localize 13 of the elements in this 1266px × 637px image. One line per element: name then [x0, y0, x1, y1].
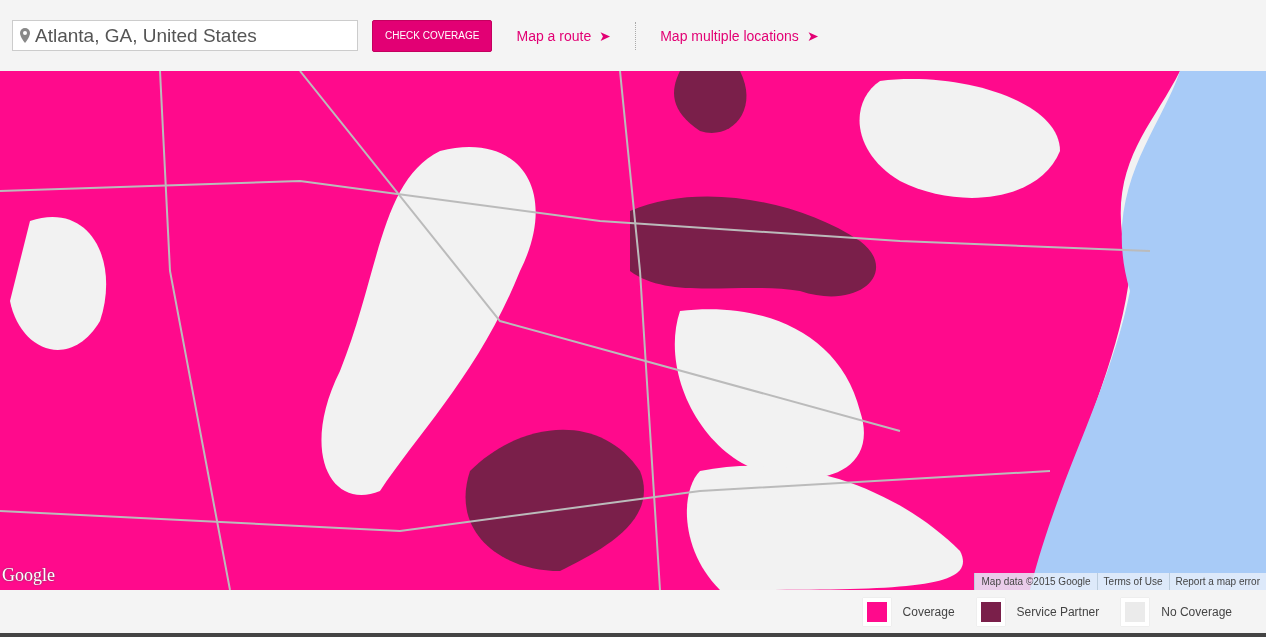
- legend-label: Service Partner: [1016, 604, 1100, 619]
- check-coverage-button[interactable]: CHECK COVERAGE: [372, 19, 493, 52]
- map-attribution-link[interactable]: Report a map error: [1168, 573, 1266, 590]
- map-logo: Google: [2, 565, 55, 586]
- legend-label: Coverage: [902, 604, 955, 619]
- map-attribution-link[interactable]: Terms of Use: [1096, 573, 1169, 590]
- map-link[interactable]: Map multiple locations ➤: [650, 27, 829, 44]
- map-link[interactable]: Map a route ➤: [506, 27, 622, 44]
- coverage-map[interactable]: Google Map data ©2015 Google Terms of Use Report a map error: [0, 71, 1266, 590]
- search-field[interactable]: Atlanta, GA, United States: [12, 20, 358, 51]
- legend-label: No Coverage: [1161, 604, 1232, 619]
- map-attribution-link[interactable]: Map data ©2015 Google: [974, 573, 1097, 590]
- map-pin-icon: [20, 28, 30, 43]
